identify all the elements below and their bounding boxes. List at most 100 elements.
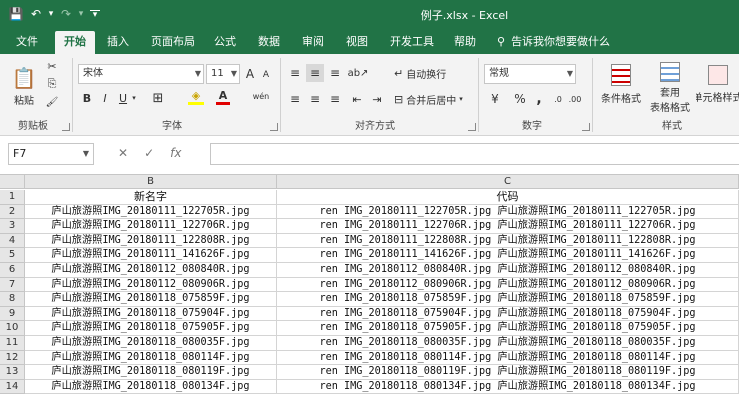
formula-input[interactable] bbox=[210, 143, 739, 165]
number-launcher-icon[interactable] bbox=[582, 123, 590, 131]
tab-home[interactable]: 开始 bbox=[55, 31, 95, 54]
cell-new-name[interactable]: 庐山旅游照IMG_20180112_080840R.jpg bbox=[25, 263, 277, 278]
cell-code[interactable]: ren IMG_20180118_080114F.jpg 庐山旅游照IMG_20… bbox=[277, 350, 739, 366]
cell-new-name[interactable]: 庐山旅游照IMG_20180111_122808R.jpg bbox=[25, 233, 277, 249]
row-header[interactable]: 13 bbox=[0, 365, 25, 380]
row-header[interactable]: 4 bbox=[0, 233, 25, 249]
bold-button[interactable]: B bbox=[80, 90, 94, 106]
cell-code[interactable]: ren IMG_20180111_122705R.jpg 庐山旅游照IMG_20… bbox=[277, 204, 739, 220]
align-right-icon[interactable]: ≡ bbox=[326, 90, 344, 108]
tab-insert[interactable]: 插入 bbox=[103, 31, 133, 54]
currency-icon[interactable]: ¥ bbox=[486, 90, 504, 108]
cell-code[interactable]: ren IMG_20180112_080906R.jpg 庐山旅游照IMG_20… bbox=[277, 277, 739, 293]
cell-new-name[interactable]: 庐山旅游照IMG_20180118_080035F.jpg bbox=[25, 336, 277, 351]
cell-code[interactable]: ren IMG_20180118_075859F.jpg 庐山旅游照IMG_20… bbox=[277, 292, 739, 307]
header-cell-code[interactable]: 代码 bbox=[277, 190, 739, 205]
row-header[interactable]: 8 bbox=[0, 292, 25, 307]
row-header[interactable]: 9 bbox=[0, 306, 25, 322]
align-top-icon[interactable]: ≡ bbox=[286, 64, 304, 82]
outdent-icon[interactable]: ⇥ bbox=[368, 90, 386, 108]
underline-dropdown-icon[interactable]: ▾ bbox=[130, 90, 138, 106]
tab-developer[interactable]: 开发工具 bbox=[386, 31, 438, 54]
paste-button[interactable]: 📋 粘贴 bbox=[8, 60, 40, 112]
align-left-icon[interactable]: ≡ bbox=[286, 90, 304, 108]
align-center-icon[interactable]: ≡ bbox=[306, 90, 324, 108]
phonetic-icon[interactable]: wén bbox=[250, 88, 272, 104]
underline-button[interactable]: U bbox=[116, 90, 130, 106]
copy-icon[interactable]: ⎘ bbox=[44, 76, 60, 92]
decrease-decimal-icon[interactable]: .00 bbox=[566, 90, 584, 108]
row-header[interactable]: 5 bbox=[0, 248, 25, 263]
cell-new-name[interactable]: 庐山旅游照IMG_20180118_080119F.jpg bbox=[25, 365, 277, 380]
cell-new-name[interactable]: 庐山旅游照IMG_20180111_122706R.jpg bbox=[25, 219, 277, 234]
merge-center-button[interactable]: ⊟ 合并后居中 ▾ bbox=[394, 90, 474, 108]
row-header[interactable]: 14 bbox=[0, 379, 25, 395]
align-middle-icon[interactable]: ≡ bbox=[306, 64, 324, 82]
header-cell-new-name[interactable]: 新名字 bbox=[25, 190, 277, 205]
cell-new-name[interactable]: 庐山旅游照IMG_20180118_080114F.jpg bbox=[25, 350, 277, 366]
cell-styles-button[interactable]: 单元格样式 bbox=[696, 58, 739, 110]
clipboard-launcher-icon[interactable] bbox=[62, 123, 70, 131]
tab-data[interactable]: 数据 bbox=[254, 31, 284, 54]
format-as-table-button[interactable]: 套用 表格格式 bbox=[646, 58, 694, 118]
font-size-combo[interactable]: 11 ▼ bbox=[206, 64, 240, 84]
tab-formulas[interactable]: 公式 bbox=[210, 31, 240, 54]
cell-code[interactable]: ren IMG_20180111_141626F.jpg 庐山旅游照IMG_20… bbox=[277, 248, 739, 263]
cell-code[interactable]: ren IMG_20180118_080119F.jpg 庐山旅游照IMG_20… bbox=[277, 365, 739, 380]
cell-code[interactable]: ren IMG_20180111_122706R.jpg 庐山旅游照IMG_20… bbox=[277, 219, 739, 234]
tab-help[interactable]: 帮助 bbox=[450, 31, 480, 54]
indent-icon[interactable]: ⇤ bbox=[348, 90, 366, 108]
row-header[interactable]: 3 bbox=[0, 219, 25, 234]
tell-me-box[interactable]: ⚲ 告诉我你想要做什么 bbox=[497, 31, 610, 53]
cell-code[interactable]: ren IMG_20180118_080035F.jpg 庐山旅游照IMG_20… bbox=[277, 336, 739, 351]
tab-file[interactable]: 文件 bbox=[12, 31, 42, 54]
font-launcher-icon[interactable] bbox=[270, 123, 278, 131]
row-header[interactable]: 11 bbox=[0, 336, 25, 351]
cell-new-name[interactable]: 庐山旅游照IMG_20180111_141626F.jpg bbox=[25, 248, 277, 263]
select-all-corner[interactable] bbox=[0, 175, 25, 189]
fill-color-icon[interactable]: ◈ bbox=[188, 89, 204, 105]
cell-new-name[interactable]: 庐山旅游照IMG_20180118_080134F.jpg bbox=[25, 379, 277, 395]
cut-icon[interactable]: ✂ bbox=[44, 58, 60, 74]
align-bottom-icon[interactable]: ≡ bbox=[326, 64, 344, 82]
cell-new-name[interactable]: 庐山旅游照IMG_20180118_075859F.jpg bbox=[25, 292, 277, 307]
row-header[interactable]: 2 bbox=[0, 204, 25, 220]
wrap-text-button[interactable]: ↵ 自动换行 bbox=[394, 64, 458, 82]
cell-new-name[interactable]: 庐山旅游照IMG_20180111_122705R.jpg bbox=[25, 204, 277, 220]
enter-icon[interactable]: ✓ bbox=[144, 146, 154, 160]
tab-review[interactable]: 审阅 bbox=[298, 31, 328, 54]
grow-font-icon[interactable]: A bbox=[243, 66, 257, 82]
comma-icon[interactable]: , bbox=[532, 90, 546, 108]
format-painter-icon[interactable]: 🖌 bbox=[44, 94, 60, 110]
increase-decimal-icon[interactable]: .0 bbox=[550, 90, 566, 108]
cell-code[interactable]: ren IMG_20180118_075905F.jpg 庐山旅游照IMG_20… bbox=[277, 321, 739, 336]
row-header[interactable]: 1 bbox=[0, 190, 25, 205]
row-header[interactable]: 7 bbox=[0, 277, 25, 293]
column-header-b[interactable]: B bbox=[25, 175, 277, 189]
cell-code[interactable]: ren IMG_20180118_080134F.jpg 庐山旅游照IMG_20… bbox=[277, 379, 739, 395]
cell-new-name[interactable]: 庐山旅游照IMG_20180112_080906R.jpg bbox=[25, 277, 277, 293]
row-header[interactable]: 10 bbox=[0, 321, 25, 336]
tab-view[interactable]: 视图 bbox=[342, 31, 372, 54]
font-color-icon[interactable]: A bbox=[216, 89, 230, 105]
tab-page-layout[interactable]: 页面布局 bbox=[148, 31, 198, 54]
border-icon[interactable]: ⊞ bbox=[150, 90, 166, 106]
alignment-launcher-icon[interactable] bbox=[468, 123, 476, 131]
conditional-format-button[interactable]: 条件格式 bbox=[598, 58, 644, 110]
italic-button[interactable]: I bbox=[98, 90, 112, 106]
shrink-font-icon[interactable]: A bbox=[259, 68, 273, 82]
font-name-combo[interactable]: 宋体 ▼ bbox=[78, 64, 204, 84]
row-header[interactable]: 6 bbox=[0, 263, 25, 278]
cell-code[interactable]: ren IMG_20180112_080840R.jpg 庐山旅游照IMG_20… bbox=[277, 263, 739, 278]
row-header[interactable]: 12 bbox=[0, 350, 25, 366]
cancel-icon[interactable]: ✕ bbox=[118, 146, 128, 160]
cell-code[interactable]: ren IMG_20180118_075904F.jpg 庐山旅游照IMG_20… bbox=[277, 306, 739, 322]
insert-function-icon[interactable]: fx bbox=[170, 146, 181, 160]
cell-new-name[interactable]: 庐山旅游照IMG_20180118_075905F.jpg bbox=[25, 321, 277, 336]
column-header-c[interactable]: C bbox=[277, 175, 739, 189]
percent-icon[interactable]: % bbox=[512, 90, 528, 108]
cell-code[interactable]: ren IMG_20180111_122808R.jpg 庐山旅游照IMG_20… bbox=[277, 233, 739, 249]
cell-new-name[interactable]: 庐山旅游照IMG_20180118_075904F.jpg bbox=[25, 306, 277, 322]
orientation-icon[interactable]: ab↗ bbox=[348, 64, 369, 82]
number-format-combo[interactable]: 常规 ▼ bbox=[484, 64, 576, 84]
